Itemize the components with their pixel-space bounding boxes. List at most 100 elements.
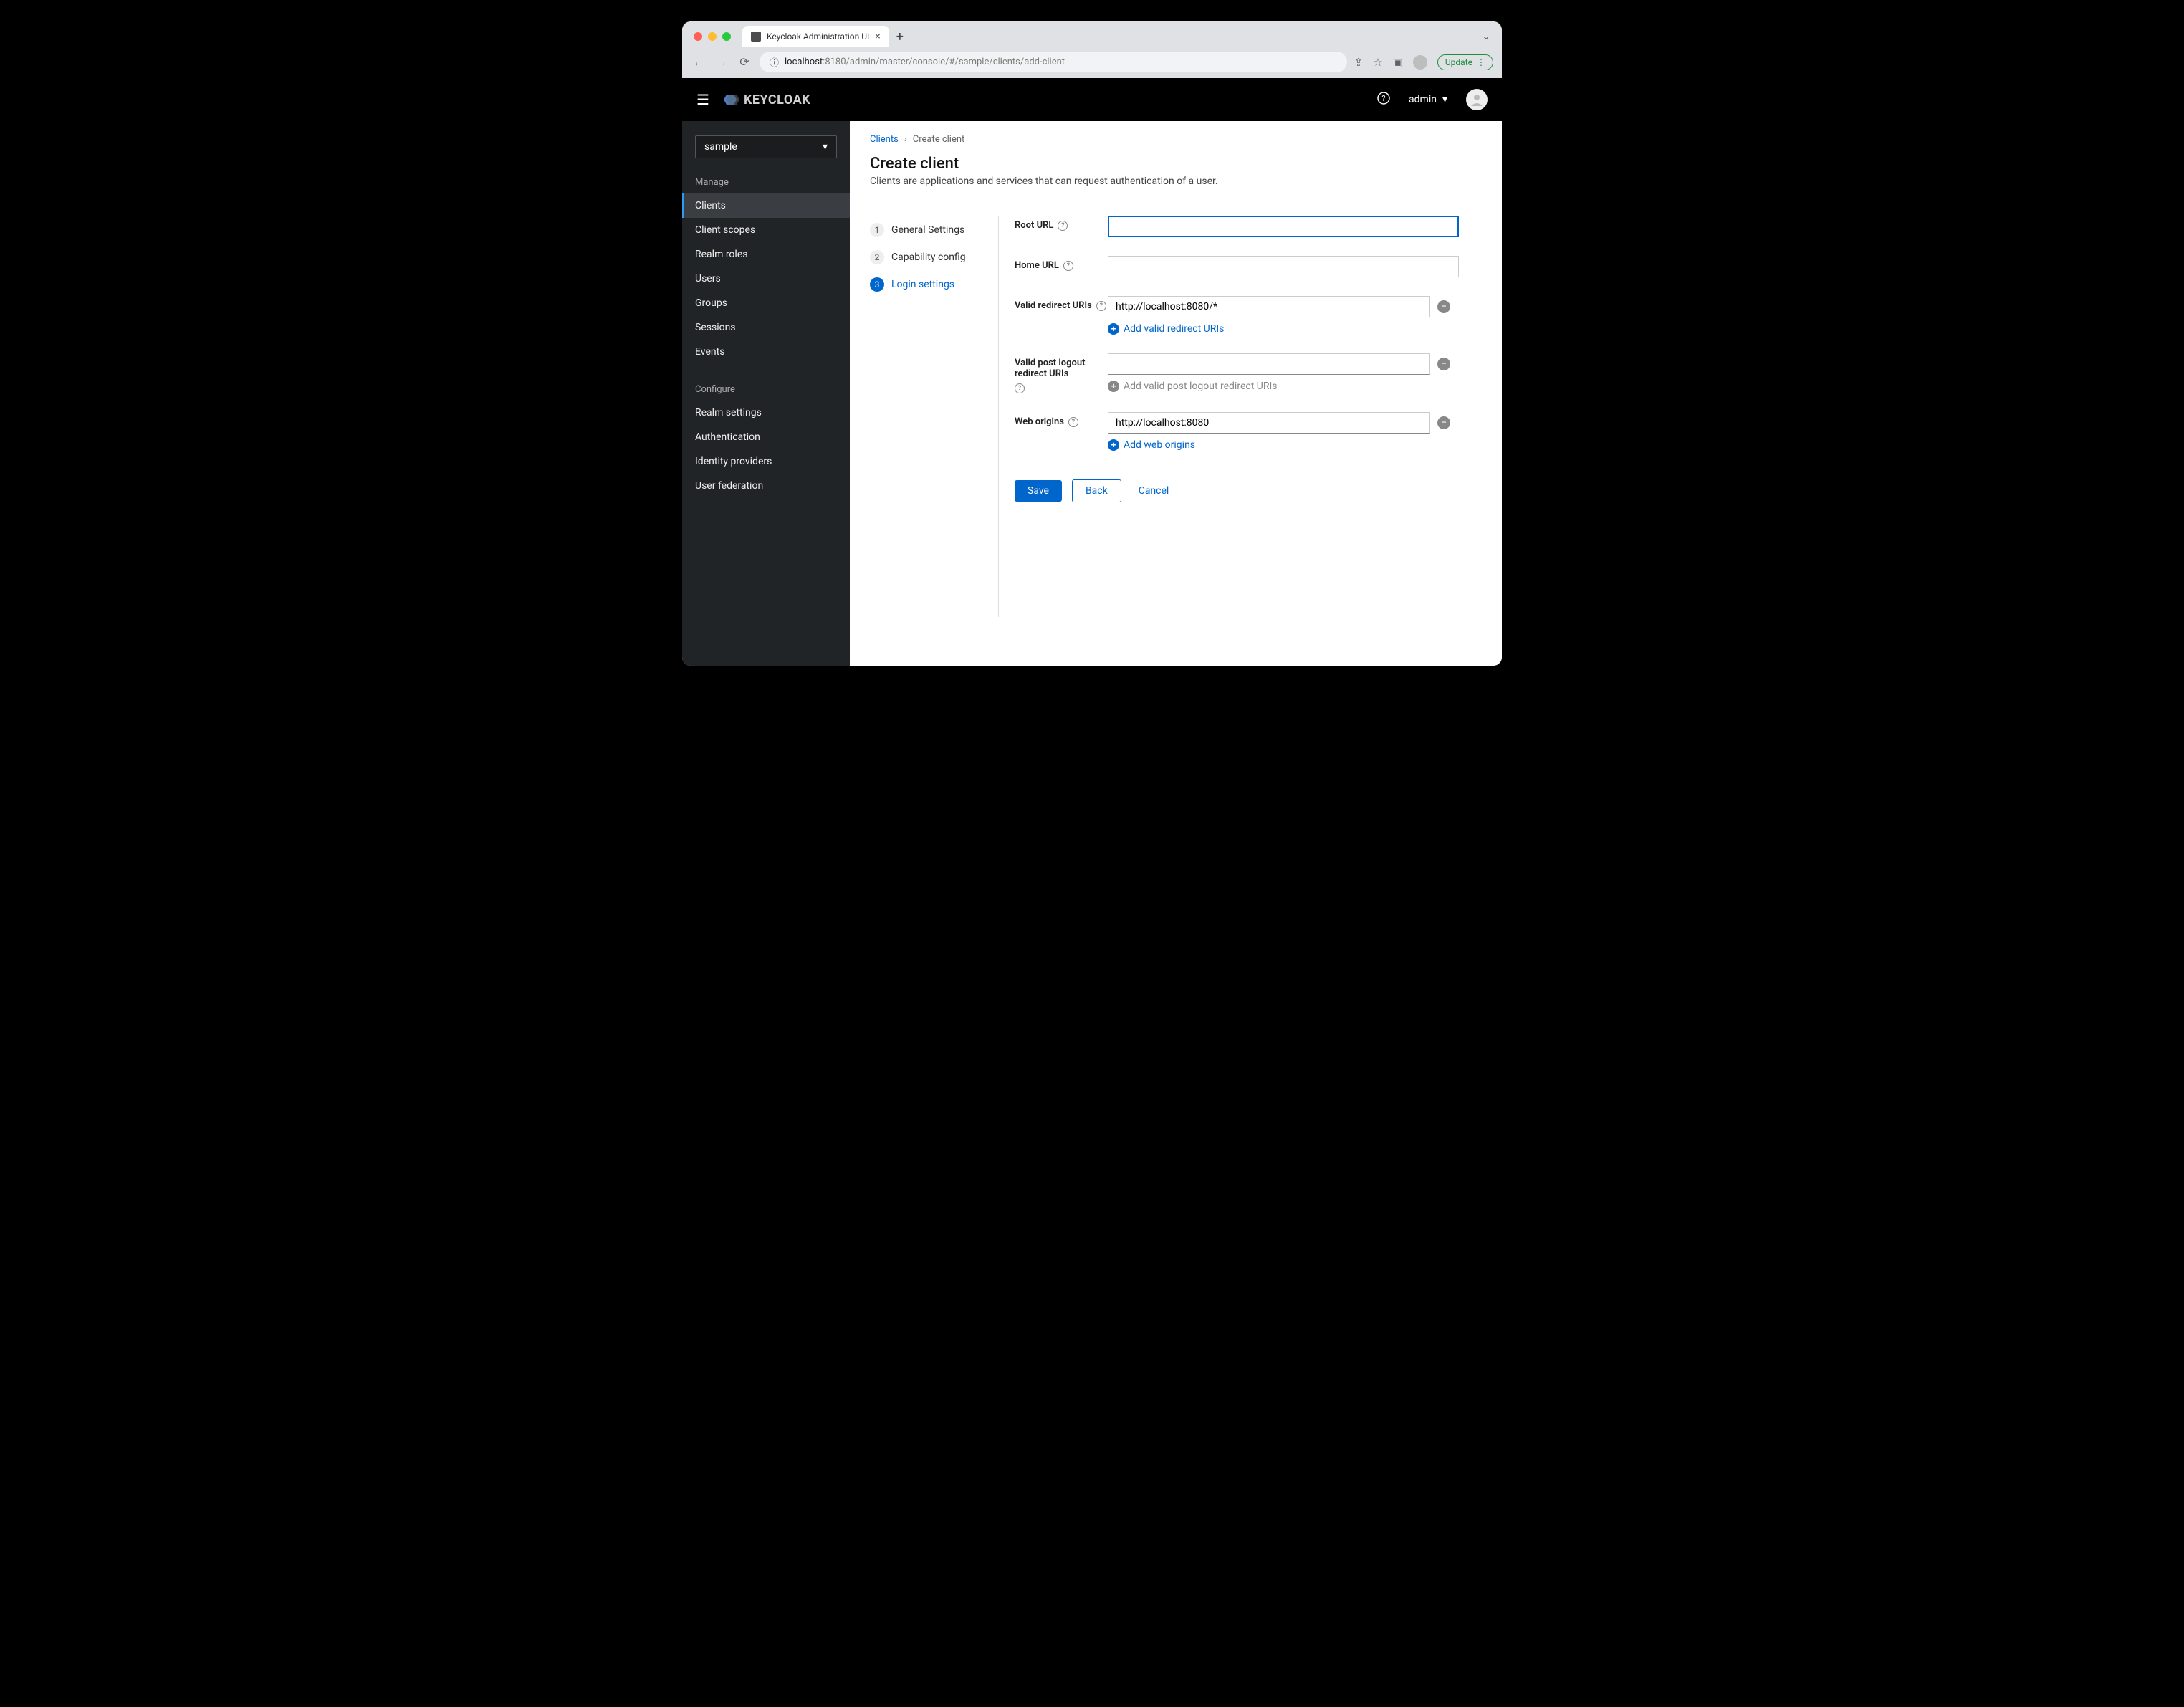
help-icon[interactable]: ? <box>1063 261 1073 271</box>
profile-icon[interactable] <box>1413 55 1427 70</box>
sidebar-item-groups[interactable]: Groups <box>682 291 850 315</box>
sidebar-item-user-federation[interactable]: User federation <box>682 474 850 498</box>
wizard-step-login[interactable]: 3 Login settings <box>870 277 998 292</box>
user-menu[interactable]: admin ▾ <box>1409 94 1447 105</box>
row-valid-post-logout: Valid post logout redirect URIs ? − + Add… <box>1015 353 1482 393</box>
root-url-label: Root URL <box>1015 220 1053 231</box>
maximize-window-icon[interactable] <box>722 32 731 41</box>
toolbar-right: ⇪ ☆ ▣ Update ⋮ <box>1354 54 1493 70</box>
valid-redirect-label: Valid redirect URIs <box>1015 300 1092 311</box>
row-root-url: Root URL ? <box>1015 216 1482 237</box>
sidebar: sample ▾ Manage Clients Client scopes Re… <box>682 121 850 666</box>
new-tab-button[interactable]: + <box>896 29 904 44</box>
sidebar-item-client-scopes[interactable]: Client scopes <box>682 218 850 242</box>
sidebar-item-identity-providers[interactable]: Identity providers <box>682 449 850 474</box>
valid-redirect-input[interactable] <box>1108 296 1430 317</box>
tab-overflow-icon[interactable]: ⌄ <box>1482 31 1490 42</box>
help-icon[interactable]: ? <box>1015 383 1025 393</box>
update-label: Update <box>1445 57 1472 67</box>
wizard-form: Root URL ? Home URL ? Valid <box>999 216 1482 617</box>
breadcrumb: Clients › Create client <box>870 134 1482 145</box>
save-button[interactable]: Save <box>1015 480 1062 502</box>
row-web-origins: Web origins ? − + Add web origins <box>1015 412 1482 451</box>
brand-logo[interactable]: KEYCLOAK <box>724 92 810 107</box>
hamburger-menu-icon[interactable]: ☰ <box>696 91 709 108</box>
wizard-steps: 1 General Settings 2 Capability config 3… <box>870 216 999 617</box>
add-valid-post-logout-button[interactable]: + Add valid post logout redirect URIs <box>1108 381 1482 392</box>
root-url-input[interactable] <box>1108 216 1459 237</box>
step-label: General Settings <box>891 224 964 236</box>
cancel-button[interactable]: Cancel <box>1131 480 1177 502</box>
remove-icon[interactable]: − <box>1437 300 1450 313</box>
remove-icon[interactable]: − <box>1437 416 1450 429</box>
step-number: 3 <box>870 277 884 292</box>
tab-close-icon[interactable]: × <box>875 31 880 42</box>
page-title: Create client <box>870 155 1482 173</box>
nav-reload-button[interactable]: ⟳ <box>737 54 752 70</box>
help-icon[interactable]: ? <box>1058 221 1068 231</box>
wizard: 1 General Settings 2 Capability config 3… <box>870 216 1482 617</box>
svg-text:?: ? <box>1381 94 1385 103</box>
add-web-origins-button[interactable]: + Add web origins <box>1108 439 1482 451</box>
web-origins-label: Web origins <box>1015 416 1064 427</box>
kebab-icon: ⋮ <box>1477 57 1485 67</box>
step-label: Capability config <box>891 252 966 263</box>
add-valid-redirect-label: Add valid redirect URIs <box>1124 323 1224 335</box>
share-icon[interactable]: ⇪ <box>1354 56 1364 69</box>
sidebar-item-clients[interactable]: Clients <box>682 193 850 218</box>
extensions-icon[interactable]: ▣ <box>1393 56 1403 69</box>
sidebar-item-users[interactable]: Users <box>682 267 850 291</box>
plus-icon: + <box>1108 381 1119 392</box>
avatar-icon[interactable] <box>1466 89 1488 110</box>
minimize-window-icon[interactable] <box>708 32 717 41</box>
sidebar-item-realm-settings[interactable]: Realm settings <box>682 401 850 425</box>
wizard-step-capability[interactable]: 2 Capability config <box>870 250 998 264</box>
chevron-right-icon: › <box>904 134 907 145</box>
site-info-icon[interactable]: ⓘ <box>770 55 779 69</box>
valid-post-logout-input[interactable] <box>1108 353 1430 375</box>
breadcrumb-link-clients[interactable]: Clients <box>870 134 899 145</box>
form-actions: Save Back Cancel <box>1015 479 1482 502</box>
plus-icon: + <box>1108 439 1119 451</box>
add-valid-redirect-button[interactable]: +Add valid redirect URIs <box>1108 323 1482 335</box>
update-button[interactable]: Update ⋮ <box>1437 54 1493 70</box>
row-valid-redirect: Valid redirect URIs ? − +Add valid redir… <box>1015 296 1482 335</box>
help-icon[interactable]: ? <box>1096 301 1106 311</box>
page-subtitle: Clients are applications and services th… <box>870 176 1482 187</box>
step-number: 1 <box>870 223 884 237</box>
sidebar-item-realm-roles[interactable]: Realm roles <box>682 242 850 267</box>
brand-mark-icon <box>724 92 739 107</box>
tab-bar: Keycloak Administration UI × + ⌄ <box>682 21 1502 47</box>
favicon-icon <box>751 32 761 42</box>
sidebar-item-sessions[interactable]: Sessions <box>682 315 850 340</box>
app-body: sample ▾ Manage Clients Client scopes Re… <box>682 121 1502 666</box>
nav-forward-button[interactable]: → <box>714 54 729 70</box>
tab-title: Keycloak Administration UI <box>767 32 869 42</box>
valid-post-logout-label: Valid post logout redirect URIs <box>1015 358 1108 379</box>
remove-icon[interactable]: − <box>1437 358 1450 370</box>
add-valid-post-logout-label: Add valid post logout redirect URIs <box>1124 381 1278 392</box>
web-origins-input[interactable] <box>1108 412 1430 434</box>
address-bar-row: ← → ⟳ ⓘ localhost:8180/admin/master/cons… <box>682 47 1502 78</box>
user-name: admin <box>1409 94 1437 105</box>
address-bar[interactable]: ⓘ localhost:8180/admin/master/console/#/… <box>760 52 1347 72</box>
breadcrumb-current: Create client <box>913 134 965 145</box>
caret-down-icon: ▾ <box>1442 94 1447 105</box>
help-icon[interactable]: ? <box>1068 417 1078 427</box>
home-url-input[interactable] <box>1108 256 1459 277</box>
main-content: Clients › Create client Create client Cl… <box>850 121 1502 666</box>
close-window-icon[interactable] <box>694 32 702 41</box>
step-number: 2 <box>870 250 884 264</box>
bookmark-icon[interactable]: ☆ <box>1373 56 1382 69</box>
sidebar-item-events[interactable]: Events <box>682 340 850 364</box>
nav-back-button[interactable]: ← <box>691 54 707 70</box>
wizard-step-general[interactable]: 1 General Settings <box>870 223 998 237</box>
back-button[interactable]: Back <box>1072 479 1121 502</box>
realm-name: sample <box>704 141 737 153</box>
add-web-origins-label: Add web origins <box>1124 439 1195 451</box>
realm-selector[interactable]: sample ▾ <box>695 135 837 158</box>
browser-tab[interactable]: Keycloak Administration UI × <box>742 26 889 47</box>
browser-window: Keycloak Administration UI × + ⌄ ← → ⟳ ⓘ… <box>682 21 1502 666</box>
help-icon[interactable]: ? <box>1377 92 1390 107</box>
sidebar-item-authentication[interactable]: Authentication <box>682 425 850 449</box>
